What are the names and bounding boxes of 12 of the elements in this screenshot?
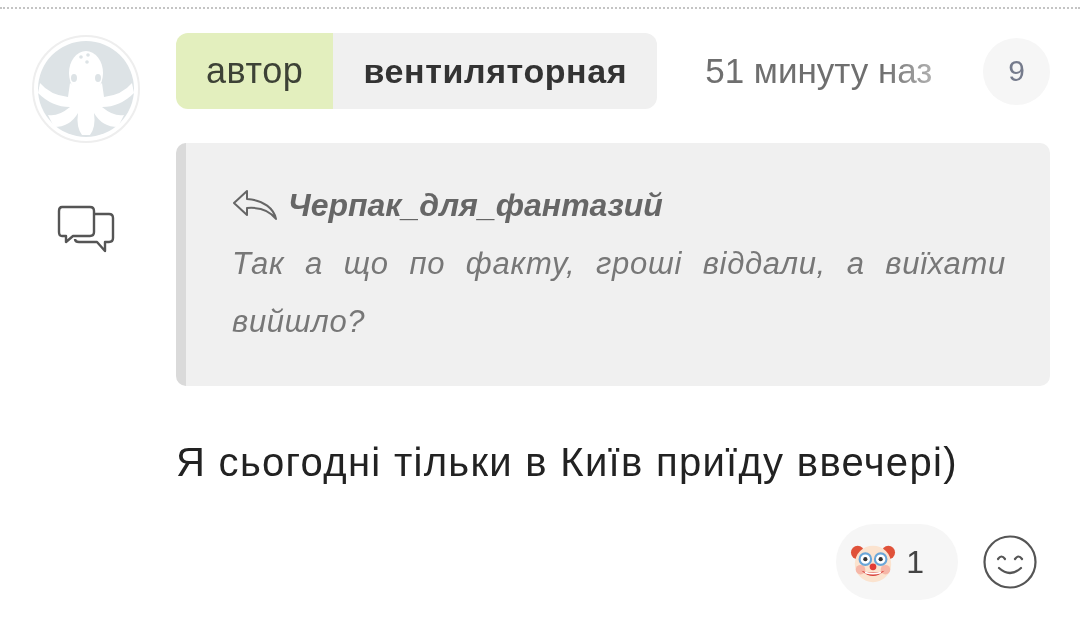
reaction-button[interactable]: 1 bbox=[836, 524, 958, 600]
username[interactable]: вентиляторная bbox=[333, 33, 658, 109]
timestamp: 51 минуту наз bbox=[705, 51, 933, 91]
quote-text: Так а що по факту, гроші віддали, а виїхати вийшло? bbox=[232, 245, 1006, 341]
comment-text: Я сьогодні тільки в Київ приїду ввечері) bbox=[176, 439, 959, 486]
comment-icon[interactable] bbox=[57, 205, 115, 253]
smiley-icon[interactable] bbox=[983, 535, 1037, 589]
author-badge: автор bbox=[176, 33, 334, 109]
reply-count-badge: 9 bbox=[983, 37, 1050, 105]
quote-author[interactable]: Черпак_для_фантазий bbox=[288, 186, 663, 224]
octopus-avatar-icon bbox=[32, 35, 140, 143]
reply-arrow-icon bbox=[232, 189, 278, 221]
